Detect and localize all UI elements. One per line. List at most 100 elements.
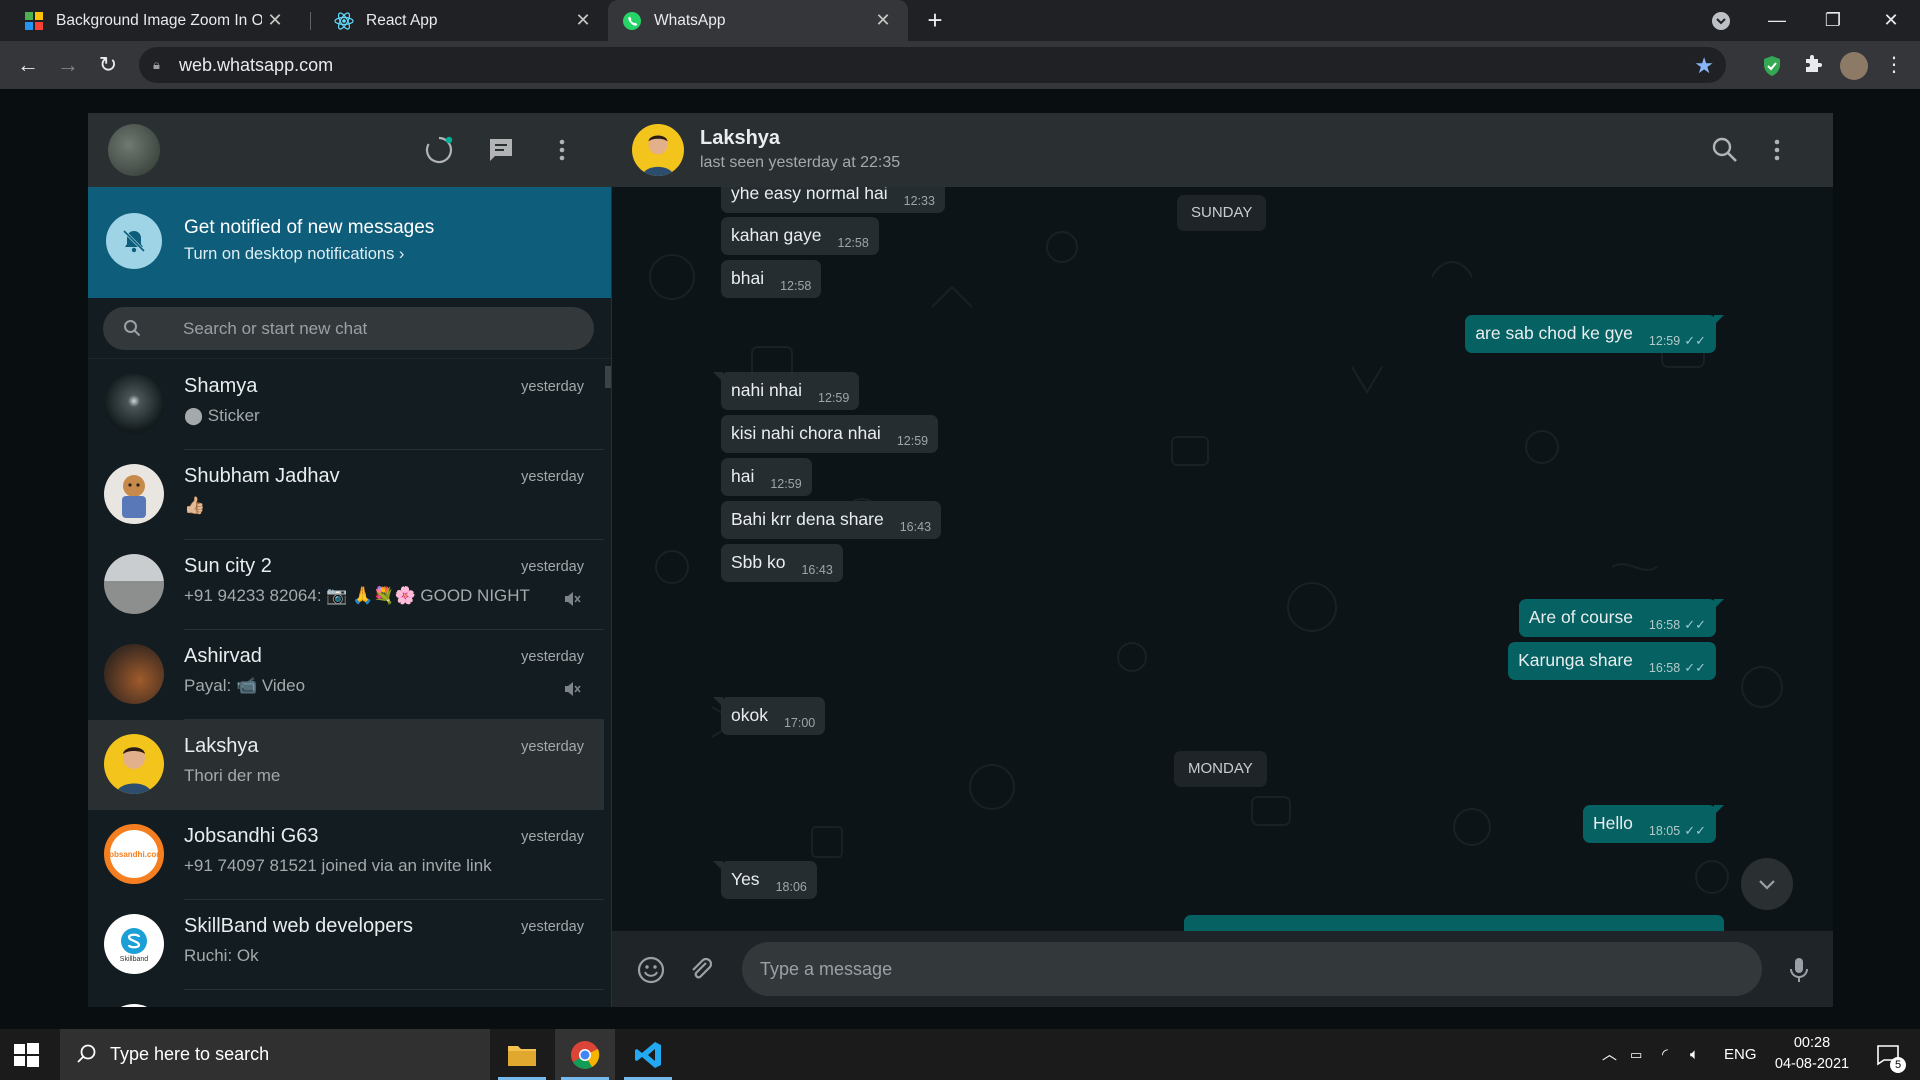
- scroll-to-bottom-button[interactable]: [1741, 858, 1793, 910]
- chat-item-ashirvad[interactable]: Ashirvad yesterday Payal: 📹 Video: [88, 630, 604, 720]
- incoming-message[interactable]: Bahi krr dena share 16:43: [721, 501, 942, 539]
- shield-extension-icon[interactable]: [1760, 54, 1784, 78]
- chat-item-shubham-jadhav[interactable]: Shubham Jadhav yesterday 👍🏼: [88, 450, 604, 540]
- new-tab-button[interactable]: +: [920, 4, 950, 36]
- outgoing-message[interactable]: Hello 18:05 ✓✓: [1583, 805, 1716, 843]
- incoming-message[interactable]: hai 12:59: [721, 458, 812, 496]
- back-arrow-icon[interactable]: ←: [12, 49, 44, 81]
- emoji-icon[interactable]: [636, 955, 666, 985]
- message-text: hai: [731, 466, 755, 486]
- language-indicator[interactable]: ENG: [1724, 1029, 1757, 1080]
- avatar: [104, 644, 164, 704]
- chat-preview-text: +91 94233 82064: 📷 🙏💐🌸 GOOD NIGHT ...: [184, 586, 534, 605]
- status-icon[interactable]: [424, 135, 454, 165]
- sidebar: Get notified of new messages Turn on des…: [88, 113, 612, 1007]
- contact-avatar[interactable]: [632, 124, 684, 176]
- wifi-icon[interactable]: ◜: [1662, 1029, 1668, 1080]
- outgoing-message[interactable]: are sab chod ke gye 12:59 ✓✓: [1465, 315, 1716, 353]
- search-messages-icon[interactable]: [1710, 135, 1740, 165]
- conversation-header[interactable]: Lakshya last seen yesterday at 22:35: [612, 113, 1833, 187]
- tab-title: Background Image Zoom In On H: [56, 11, 262, 29]
- incoming-message[interactable]: okok 17:00: [721, 697, 826, 735]
- chat-item-jobsandhi-g63[interactable]: Jobsandhi.com Jobsandhi G63 yesterday +9…: [88, 810, 604, 900]
- message-text: bhai: [731, 268, 765, 288]
- restore-window-icon[interactable]: ❐: [1810, 0, 1856, 41]
- sidebar-header: [88, 113, 611, 187]
- reload-icon[interactable]: ↻: [92, 49, 124, 81]
- system-clock[interactable]: 00:28 04-08-2021: [1762, 1033, 1862, 1075]
- windows-start-icon[interactable]: [12, 1041, 40, 1069]
- message-text: Hello: [1593, 813, 1633, 833]
- browser-tab-react-app[interactable]: React App ✕: [310, 0, 608, 41]
- chat-item-skillband-web-developers[interactable]: Skillband SkillBand web developers yeste…: [88, 900, 604, 990]
- browser-tab-background-image[interactable]: Background Image Zoom In On H ✕: [0, 0, 300, 41]
- avatar: Jobsandhi.com: [104, 824, 164, 884]
- my-profile-avatar[interactable]: [108, 124, 160, 176]
- volume-icon[interactable]: 🔈︎: [1690, 1029, 1699, 1080]
- chat-item-sun-city-2[interactable]: Sun city 2 yesterday +91 94233 82064: 📷 …: [88, 540, 604, 630]
- profile-avatar[interactable]: [1840, 52, 1868, 80]
- incoming-message[interactable]: nahi nhai 12:59: [721, 372, 860, 410]
- react-logo-icon: [334, 11, 354, 30]
- person-avatar-icon: [642, 135, 674, 176]
- battery-icon[interactable]: ▭: [1630, 1029, 1642, 1080]
- message-input[interactable]: [742, 942, 1762, 996]
- minimize-window-icon[interactable]: —: [1754, 0, 1800, 41]
- incoming-message[interactable]: kisi nahi chora nhai 12:59: [721, 415, 939, 453]
- message-composer: [612, 931, 1833, 1007]
- chat-name: Shubham Jadhav: [184, 465, 340, 487]
- close-window-icon[interactable]: ✕: [1868, 0, 1914, 41]
- menu-dots-icon[interactable]: [547, 135, 577, 165]
- taskbar-search-box[interactable]: Type here to search: [60, 1029, 490, 1080]
- file-explorer-app[interactable]: [492, 1029, 552, 1080]
- message-time: 16:58: [1648, 661, 1681, 675]
- message-time: 17:00: [783, 716, 816, 730]
- incoming-message[interactable]: Yes 18:06: [721, 861, 817, 899]
- incoming-message[interactable]: bhai 12:58: [721, 260, 822, 298]
- chat-item-partial[interactable]: [88, 990, 604, 1007]
- address-bar[interactable]: 🔒︎ web.whatsapp.com ★: [139, 47, 1726, 83]
- message-time: 12:59: [896, 434, 929, 448]
- chat-preview-text: Payal: 📹 Video: [184, 676, 306, 695]
- search-box[interactable]: [103, 307, 594, 350]
- chrome-app[interactable]: [555, 1029, 615, 1080]
- bookmark-star-icon[interactable]: ★: [1694, 53, 1714, 79]
- outgoing-message[interactable]: Karunga share 16:58 ✓✓: [1508, 642, 1716, 680]
- show-hidden-icons-chevron-icon[interactable]: ︿: [1602, 1029, 1617, 1080]
- notification-banner[interactable]: Get notified of new messages Turn on des…: [88, 187, 611, 298]
- chat-preview-text: 👍🏼: [184, 496, 206, 515]
- outgoing-message-partial[interactable]: [1184, 915, 1724, 931]
- close-tab-icon[interactable]: ✕: [870, 10, 896, 31]
- message-text: yhe easy normal hai: [731, 187, 888, 203]
- chat-list-scrollbar[interactable]: [605, 366, 611, 388]
- attach-paperclip-icon[interactable]: [686, 955, 716, 985]
- vscode-app[interactable]: [618, 1029, 678, 1080]
- chevron-down-icon: [1759, 880, 1775, 890]
- search-input[interactable]: [183, 307, 583, 350]
- incoming-message[interactable]: yhe easy normal hai 12:33: [721, 187, 945, 213]
- close-tab-icon[interactable]: ✕: [262, 10, 288, 31]
- incoming-message[interactable]: kahan gaye 12:58: [721, 217, 879, 255]
- new-chat-icon[interactable]: [486, 135, 516, 165]
- browser-menu-icon[interactable]: ⋮: [1878, 49, 1910, 81]
- clock-date: 04-08-2021: [1774, 1056, 1850, 1072]
- forward-arrow-icon[interactable]: →: [52, 49, 84, 81]
- outgoing-message[interactable]: Are of course 16:58 ✓✓: [1518, 599, 1716, 637]
- conversation-menu-icon[interactable]: [1762, 135, 1792, 165]
- chat-time: yesterday: [521, 919, 584, 935]
- enable-notifications-link[interactable]: Turn on desktop notifications ›: [184, 245, 404, 264]
- chat-item-lakshya[interactable]: Lakshya yesterday Thori der me: [88, 720, 604, 810]
- chat-item-shamya[interactable]: Shamya yesterday ⬤ Sticker: [88, 360, 604, 450]
- tab-search-icon[interactable]: [1698, 0, 1744, 41]
- browser-tab-whatsapp[interactable]: WhatsApp ✕: [608, 0, 908, 41]
- puzzle-extensions-icon[interactable]: [1800, 54, 1824, 78]
- incoming-message[interactable]: Sbb ko 16:43: [721, 544, 843, 582]
- close-tab-icon[interactable]: ✕: [570, 10, 596, 31]
- conversation-panel: Lakshya last seen yesterday at 22:35 SUN…: [612, 113, 1833, 1007]
- action-center-icon[interactable]: 5: [1868, 1029, 1908, 1080]
- microphone-icon[interactable]: [1784, 955, 1814, 985]
- read-ticks-icon: ✓✓: [1684, 617, 1706, 632]
- chat-time: yesterday: [521, 829, 584, 845]
- last-seen-status: last seen yesterday at 22:35: [700, 154, 901, 171]
- chat-name: Ashirvad: [184, 645, 262, 667]
